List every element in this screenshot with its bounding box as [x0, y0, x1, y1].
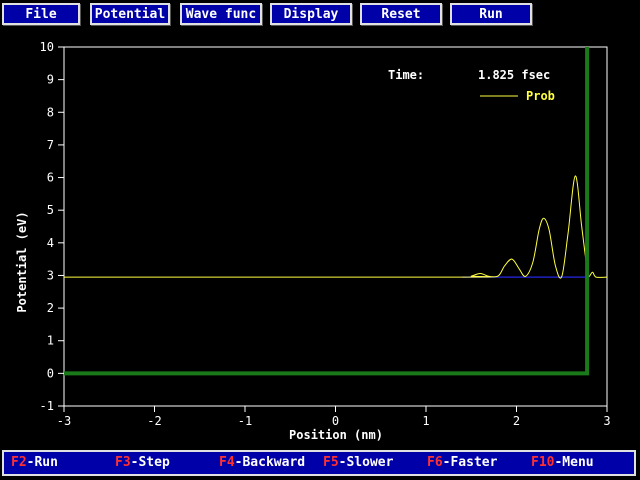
step-shortcut[interactable]: F3-Step — [115, 455, 170, 470]
file-menu-button[interactable]: File — [2, 3, 80, 25]
y-tick-label: 3 — [47, 268, 54, 282]
backward-shortcut[interactable]: F4-Backward — [219, 455, 305, 470]
y-tick-label: 1 — [47, 334, 54, 348]
faster-shortcut[interactable]: F6-Faster — [427, 455, 497, 470]
x-tick-label: -3 — [57, 414, 71, 428]
y-tick-label: 7 — [47, 138, 54, 152]
y-tick-label: 0 — [47, 366, 54, 380]
y-tick-label: 10 — [40, 40, 54, 54]
y-tick-label: 2 — [47, 301, 54, 315]
time-value: 1.825 fsec — [478, 68, 550, 82]
time-label: Time: — [388, 68, 424, 82]
x-tick-label: 3 — [603, 414, 610, 428]
potential-menu-button[interactable]: Potential — [90, 3, 170, 25]
y-tick-label: 5 — [47, 203, 54, 217]
wave-func-menu-button[interactable]: Wave func — [180, 3, 262, 25]
potential-plot: -1012345678910 -3 -2 -1 0 1 2 3 Position (nm) … — [15, 40, 611, 442]
y-tick-label: 4 — [47, 236, 54, 250]
x-tick-label: -1 — [238, 414, 252, 428]
y-tick-label: -1 — [40, 399, 54, 413]
y-axis-ticks: -1 0 1 2 3 4 5 6 7 8 9 10 — [40, 40, 64, 413]
x-axis-ticks: -3 -2 -1 0 1 2 3 — [57, 406, 611, 428]
run-button[interactable]: Run — [450, 3, 532, 25]
y-axis-label: Potential (eV) — [15, 211, 29, 312]
slower-shortcut[interactable]: F5-Slower — [323, 455, 393, 470]
menu-bar: File Potential Wave func Display Reset R… — [0, 0, 640, 32]
legend-prob-label: Prob — [526, 89, 555, 103]
x-tick-label: 0 — [332, 414, 339, 428]
y-tick-label: 8 — [47, 105, 54, 119]
run-shortcut[interactable]: F2-Run — [11, 455, 58, 470]
menu-shortcut[interactable]: F10-Menu — [531, 455, 594, 470]
display-menu-button[interactable]: Display — [270, 3, 352, 25]
prob-series-line — [63, 175, 608, 279]
y-tick-label: 9 — [47, 73, 54, 87]
reset-button[interactable]: Reset — [360, 3, 442, 25]
x-axis-label: Position (nm) — [289, 428, 383, 442]
x-tick-label: -2 — [147, 414, 161, 428]
x-tick-label: 2 — [513, 414, 520, 428]
x-tick-label: 1 — [422, 414, 429, 428]
y-tick-label: 6 — [47, 171, 54, 185]
status-bar: F2-Run F3-Step F4-Backward F5-Slower F6-… — [2, 450, 636, 476]
